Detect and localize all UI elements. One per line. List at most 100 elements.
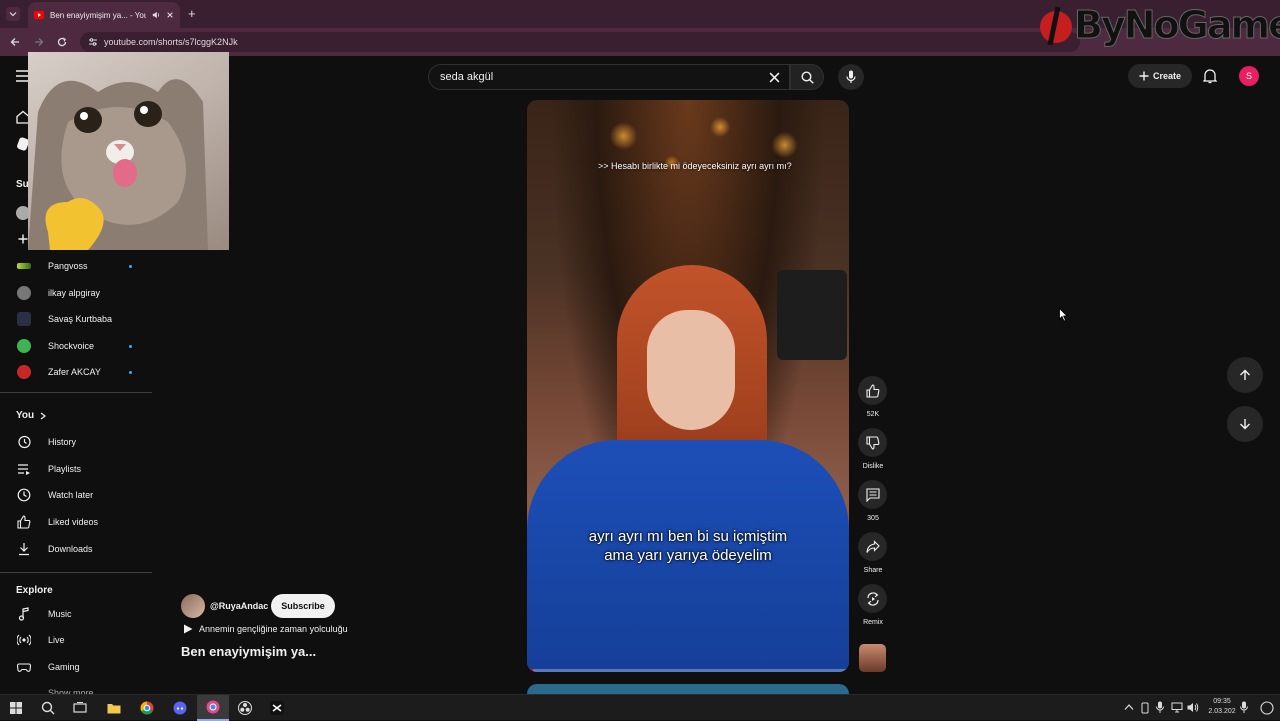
arrow-up-icon [1240, 369, 1250, 380]
microphone-icon[interactable] [1156, 701, 1164, 714]
url-field[interactable]: youtube.com/shorts/s7lcggK2NJk [80, 32, 1080, 52]
sidebar-item-label: Pangvoss [48, 261, 88, 271]
watch-later-icon [16, 487, 32, 503]
previous-short-button[interactable] [1227, 357, 1263, 393]
dislike-button[interactable] [858, 428, 887, 457]
remix-button[interactable] [858, 584, 887, 613]
channel-avatar [16, 258, 32, 274]
channel-avatar [16, 364, 32, 380]
share-button[interactable] [858, 532, 887, 561]
channel-handle[interactable]: @RuyaAndac [210, 601, 268, 611]
browser-tab-active[interactable]: Ben enayiymişim ya... - You [28, 2, 180, 28]
sidebar-item-label: Playlists [48, 464, 82, 474]
remix-icon [866, 591, 879, 606]
account-avatar[interactable]: S [1239, 66, 1259, 86]
play-icon [184, 624, 193, 634]
subscriptions-heading[interactable]: Su [16, 179, 29, 190]
obs-icon[interactable] [236, 699, 254, 717]
sound-thumbnail[interactable] [859, 644, 886, 672]
sidebar-item-savas-kurtbaba[interactable]: Savaş Kurtbaba [0, 306, 150, 332]
notifications-bell-icon[interactable] [1203, 68, 1217, 84]
create-button[interactable]: Create [1128, 64, 1192, 88]
sidebar-item-shockvoice[interactable]: Shockvoice [0, 333, 150, 359]
search-button[interactable] [790, 64, 824, 90]
forward-arrow-icon[interactable] [34, 37, 44, 47]
create-label: Create [1152, 71, 1181, 81]
taskbar-clock[interactable]: 09:35 2.03.202 [1204, 697, 1240, 717]
sidebar-item-zafer-akcay[interactable]: Zafer AKCAY [0, 359, 150, 385]
shorts-video-player[interactable]: >> Hesabı birlikte mi ödeyeceksiniz ayrı… [527, 100, 849, 672]
taskbar-active-app[interactable] [197, 695, 229, 721]
clear-search-icon[interactable] [769, 72, 780, 83]
site-info-icon[interactable] [88, 37, 98, 47]
sidebar-item-music[interactable]: Music [0, 601, 150, 627]
youtube-favicon-icon [34, 11, 44, 19]
tab-title: Ben enayiymişim ya... - You [50, 10, 146, 20]
sidebar-item-live[interactable]: Live [0, 627, 150, 653]
windows-start-icon[interactable] [7, 699, 25, 717]
new-tab-button[interactable]: + [188, 6, 196, 21]
channel-avatar[interactable] [181, 594, 205, 618]
sidebar-item-playlists[interactable]: Playlists [0, 456, 150, 482]
thumbs-down-icon [865, 435, 879, 450]
discord-icon[interactable] [171, 699, 189, 717]
music-link[interactable]: Annemin gençliğine zaman yolculuğu [183, 624, 348, 634]
you-heading[interactable]: You [16, 410, 47, 421]
share-icon [865, 539, 880, 553]
back-arrow-icon[interactable] [10, 37, 20, 47]
like-button[interactable] [858, 376, 887, 405]
sidebar-item-watch-later[interactable]: Watch later [0, 482, 150, 508]
notification-center-icon[interactable] [1260, 701, 1274, 715]
sidebar-item-pangvoss[interactable]: Pangvoss [0, 253, 150, 279]
clock-date: 2.03.202 [1208, 708, 1236, 715]
volume-icon[interactable] [1187, 702, 1199, 713]
video-progress-bar[interactable] [527, 669, 849, 672]
voice-search-button[interactable] [838, 64, 864, 90]
search-input[interactable]: seda akgül [428, 64, 790, 90]
sidebar-item-liked-videos[interactable]: Liked videos [0, 509, 150, 535]
video-subtitle-line: ama yarı yarıya ödeyelim [604, 547, 772, 564]
capcut-icon[interactable] [268, 699, 286, 717]
download-icon [16, 541, 32, 557]
add-subscription-icon[interactable] [18, 234, 28, 244]
task-view-icon[interactable] [71, 699, 89, 717]
plus-icon [1139, 71, 1149, 81]
microphone-active-icon[interactable] [1240, 701, 1248, 714]
channel-avatar [16, 338, 32, 354]
network-icon[interactable] [1171, 702, 1183, 713]
reload-icon[interactable] [57, 37, 67, 47]
subscribe-button[interactable]: Subscribe [271, 594, 335, 618]
video-caption-question: >> Hesabı birlikte mi ödeyeceksiniz ayrı… [598, 161, 792, 171]
sidebar-item-label: History [48, 437, 77, 447]
speaker-icon[interactable] [152, 11, 160, 19]
video-subtitle: ayrı ayrı mı ben bi su içmiştim ama yarı… [527, 527, 849, 565]
playlists-icon [16, 461, 32, 477]
sidebar-item-history[interactable]: History [0, 429, 150, 455]
remix-label: Remix [863, 619, 883, 626]
file-explorer-icon[interactable] [105, 699, 123, 717]
video-subtitle-line: ayrı ayrı mı ben bi su içmiştim [588, 528, 788, 545]
bynogame-mark-icon [1040, 6, 1072, 45]
next-short-preview[interactable] [527, 684, 849, 694]
sidebar-item-label: ilkay alpgiray [48, 288, 101, 298]
tab-close-icon[interactable] [166, 11, 174, 19]
sidebar-item-gaming[interactable]: Gaming [0, 654, 150, 680]
system-tray-chevron-icon[interactable] [1124, 703, 1134, 711]
video-title[interactable]: Ben enayiymişim ya... [181, 644, 316, 659]
chevron-right-icon [40, 412, 47, 419]
device-icon[interactable] [1140, 702, 1150, 714]
next-short-button[interactable] [1227, 406, 1263, 442]
sidebar-item-label: Shockvoice [48, 341, 95, 351]
sidebar-item-downloads[interactable]: Downloads [0, 536, 150, 562]
chrome-icon[interactable] [138, 699, 156, 717]
thumbs-up-icon [865, 383, 879, 398]
comments-count: 305 [867, 515, 879, 522]
browser-app-icon [206, 700, 220, 714]
sidebar-item-ilkay-alpgiray[interactable]: ilkay alpgiray [0, 280, 150, 306]
like-count: 52K [866, 411, 880, 418]
channel-avatar [16, 285, 32, 301]
mouse-cursor-icon [1059, 308, 1068, 322]
tab-search-button[interactable] [6, 7, 20, 21]
search-icon[interactable] [39, 699, 57, 717]
comments-button[interactable] [858, 480, 887, 509]
